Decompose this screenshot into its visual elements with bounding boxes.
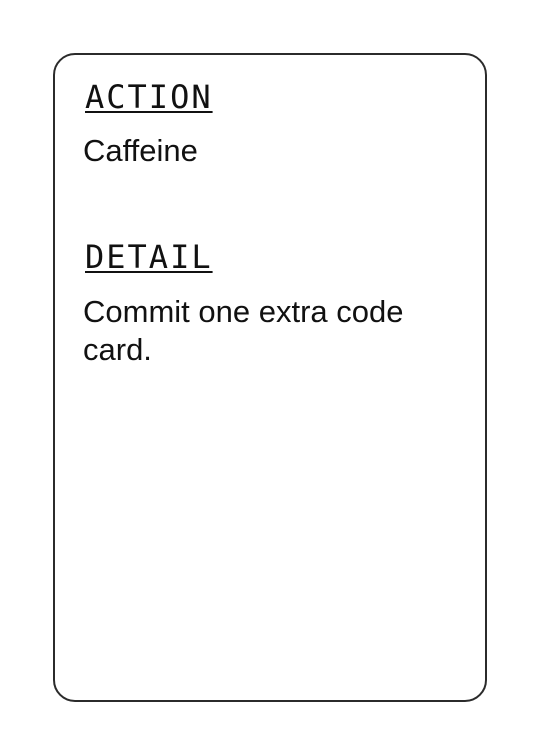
action-heading: ACTION: [85, 78, 213, 116]
detail-value: Commit one extra code card.: [83, 294, 404, 367]
detail-heading: DETAIL: [85, 238, 213, 276]
action-value: Caffeine: [83, 133, 198, 168]
action-card: ACTION Caffeine DETAIL Commit one extra …: [53, 53, 487, 702]
